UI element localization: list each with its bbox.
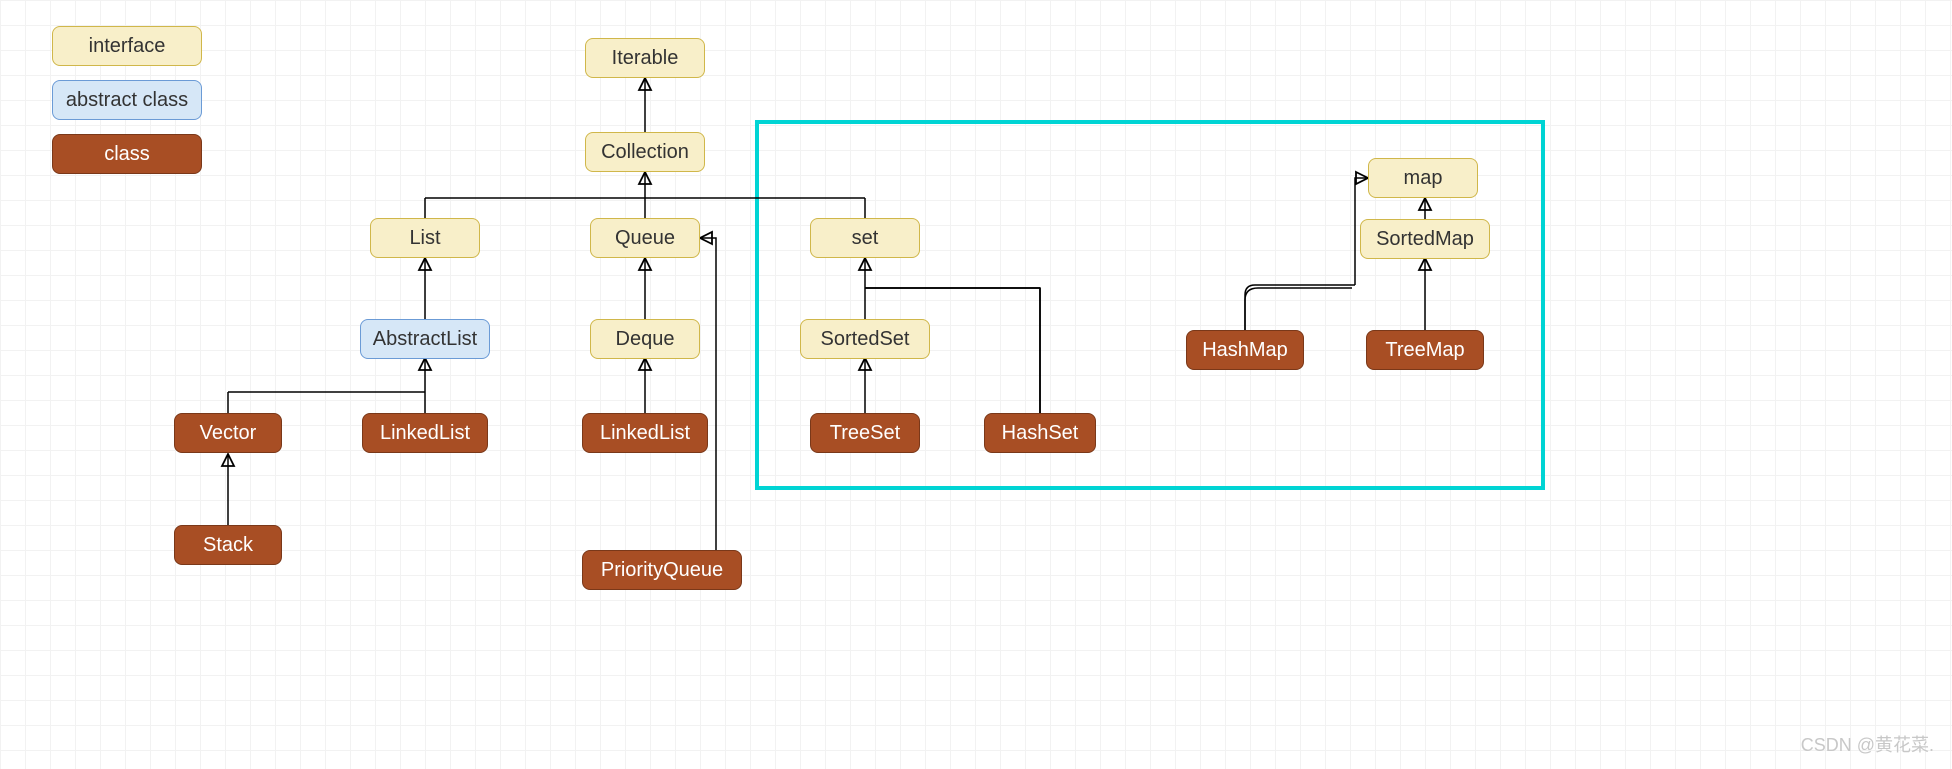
node-iterable: Iterable — [585, 38, 705, 78]
watermark-text: CSDN @黄花菜. — [1801, 731, 1934, 757]
node-deque: Deque — [590, 319, 700, 359]
node-map: map — [1368, 158, 1478, 198]
node-queue: Queue — [590, 218, 700, 258]
node-list: List — [370, 218, 480, 258]
node-sortedmap: SortedMap — [1360, 219, 1490, 259]
legend-class: class — [52, 134, 202, 174]
node-linkedlist-1: LinkedList — [362, 413, 488, 453]
diagram-canvas: interface abstract class class Iterable … — [0, 0, 1952, 769]
node-stack: Stack — [174, 525, 282, 565]
legend-abstract-class: abstract class — [52, 80, 202, 120]
node-priorityqueue: PriorityQueue — [582, 550, 742, 590]
node-abstractlist: AbstractList — [360, 319, 490, 359]
node-hashmap: HashMap — [1186, 330, 1304, 370]
node-hashset: HashSet — [984, 413, 1096, 453]
legend-interface: interface — [52, 26, 202, 66]
node-set: set — [810, 218, 920, 258]
node-sortedset: SortedSet — [800, 319, 930, 359]
node-linkedlist-2: LinkedList — [582, 413, 708, 453]
node-treemap: TreeMap — [1366, 330, 1484, 370]
node-collection: Collection — [585, 132, 705, 172]
node-vector: Vector — [174, 413, 282, 453]
node-treeset: TreeSet — [810, 413, 920, 453]
